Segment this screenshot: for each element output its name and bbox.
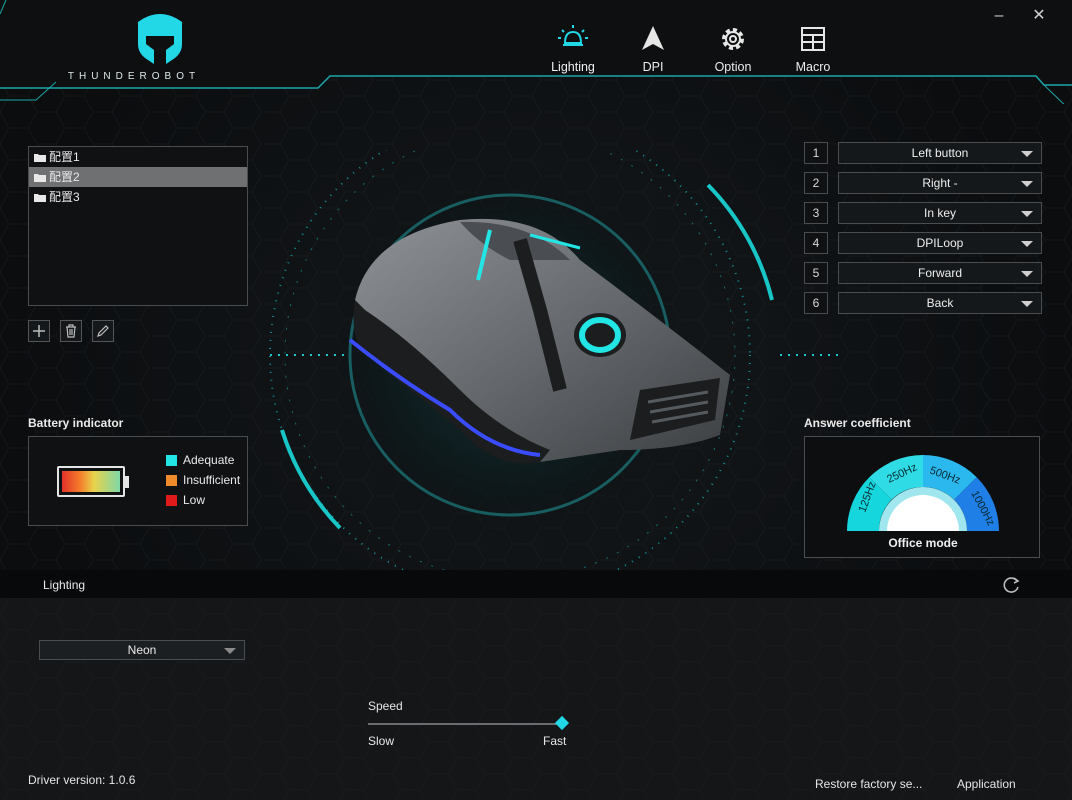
plus-icon: [33, 325, 45, 337]
button-assignment-select[interactable]: Left button: [838, 142, 1042, 164]
minimize-button[interactable]: –: [990, 8, 1008, 26]
select-value: Right -: [922, 176, 958, 190]
folder-icon: [34, 153, 46, 162]
hex-pattern: [0, 598, 1072, 800]
nav-label: Lighting: [551, 60, 595, 74]
helmet-icon: [138, 14, 182, 64]
battery-level: [62, 471, 120, 492]
legend-label: Low: [183, 493, 206, 507]
folder-icon: [34, 193, 46, 202]
apply-button[interactable]: Application: [957, 777, 1016, 791]
lighting-panel: [0, 598, 1072, 800]
lighting-mode-select[interactable]: Neon: [39, 640, 245, 660]
legend-label: Adequate: [183, 453, 235, 467]
arrow-icon: [642, 26, 664, 50]
section-label: Lighting: [43, 578, 86, 592]
button-number: 1: [804, 142, 828, 164]
button-assignment-select[interactable]: Back: [838, 292, 1042, 314]
button-map-row: 1 Left button: [804, 142, 1042, 164]
button-number: 6: [804, 292, 828, 314]
chevron-down-icon: [1021, 211, 1033, 217]
chevron-down-icon: [224, 648, 236, 654]
restore-defaults-button[interactable]: Restore factory se...: [815, 777, 922, 791]
button-map-row: 5 Forward: [804, 262, 1042, 284]
add-profile-button[interactable]: [28, 320, 50, 342]
close-button[interactable]: ✕: [1030, 8, 1048, 26]
trash-icon: [66, 324, 76, 338]
legend-label: Insufficient: [183, 473, 241, 487]
delete-profile-button[interactable]: [60, 320, 82, 342]
swatch-adequate: [166, 454, 177, 466]
mode-label: Office mode: [888, 536, 958, 550]
button-map-row: 4 DPILoop: [804, 232, 1042, 254]
swatch-insufficient: [166, 474, 177, 486]
title-bar: THUNDEROBOT Lighting DPI Option Macro – …: [0, 0, 1072, 104]
button-number: 4: [804, 232, 828, 254]
nav-label: Macro: [795, 60, 831, 74]
select-value: Forward: [917, 266, 962, 280]
button-number: 5: [804, 262, 828, 284]
lighting-section-bar: Lighting: [0, 570, 1072, 598]
legend-low: Low: [166, 493, 205, 507]
pencil-icon: [97, 325, 109, 337]
answer-panel: 125Hz 250Hz 500Hz 1000Hz Office mode: [804, 436, 1040, 558]
chevron-down-icon: [1021, 181, 1033, 187]
button-assignment-select[interactable]: DPILoop: [838, 232, 1042, 254]
slow-label: Slow: [368, 734, 395, 748]
button-assignment-select[interactable]: Forward: [838, 262, 1042, 284]
button-number: 3: [804, 202, 828, 224]
speed-label: Speed: [368, 699, 403, 713]
button-assignment-select[interactable]: In key: [838, 202, 1042, 224]
select-value: In key: [923, 206, 956, 220]
chevron-down-icon: [1021, 151, 1033, 157]
swatch-low: [166, 494, 177, 506]
gear-icon: [722, 28, 744, 50]
chevron-down-icon: [1021, 241, 1033, 247]
profile-item[interactable]: 配置3: [29, 187, 247, 207]
battery-panel: Adequate Insufficient Low: [28, 436, 248, 526]
profile-label: 配置1: [49, 150, 80, 164]
legend-insufficient: Insufficient: [166, 473, 240, 487]
nav-label: Option: [714, 60, 752, 74]
button-map-row: 6 Back: [804, 292, 1042, 314]
reset-icon[interactable]: [1002, 575, 1022, 595]
bulb-icon: [558, 25, 588, 46]
battery-icon: [57, 466, 125, 497]
legend-adequate: Adequate: [166, 453, 234, 467]
grid-icon: [801, 27, 825, 51]
answer-title: Answer coefficient: [804, 416, 911, 430]
fast-label: Fast: [543, 734, 567, 748]
edit-profile-button[interactable]: [92, 320, 114, 342]
battery-title: Battery indicator: [28, 416, 124, 430]
select-value: DPILoop: [916, 236, 964, 250]
battery-tip: [125, 476, 129, 488]
mouse-visual: [269, 150, 840, 570]
profile-label: 配置3: [49, 190, 80, 204]
profile-label: 配置2: [49, 170, 80, 184]
profile-list: 配置1 配置2 配置3: [28, 146, 248, 306]
select-value: Back: [926, 296, 954, 310]
folder-icon: [34, 173, 46, 182]
button-map-row: 2 Right -: [804, 172, 1042, 194]
chevron-down-icon: [1021, 271, 1033, 277]
select-value: Neon: [127, 643, 157, 657]
driver-version: Driver version: 1.0.6: [28, 773, 136, 787]
button-number: 2: [804, 172, 828, 194]
select-value: Left button: [911, 146, 969, 160]
profile-item[interactable]: 配置1: [29, 147, 247, 167]
profile-item[interactable]: 配置2: [29, 167, 247, 187]
nav-lighting[interactable]: Lighting: [538, 24, 608, 84]
button-assignment-select[interactable]: Right -: [838, 172, 1042, 194]
nav-dpi[interactable]: DPI: [618, 24, 688, 84]
button-map-row: 3 In key: [804, 202, 1042, 224]
speed-slider-track[interactable]: [368, 723, 564, 725]
nav-label: DPI: [642, 60, 664, 74]
chevron-down-icon: [1021, 301, 1033, 307]
polling-rate-gauge: 125Hz 250Hz 500Hz 1000Hz: [847, 455, 999, 531]
nav-option[interactable]: Option: [698, 24, 768, 84]
brand-name: THUNDEROBOT: [67, 71, 201, 82]
nav-macro[interactable]: Macro: [778, 24, 848, 84]
